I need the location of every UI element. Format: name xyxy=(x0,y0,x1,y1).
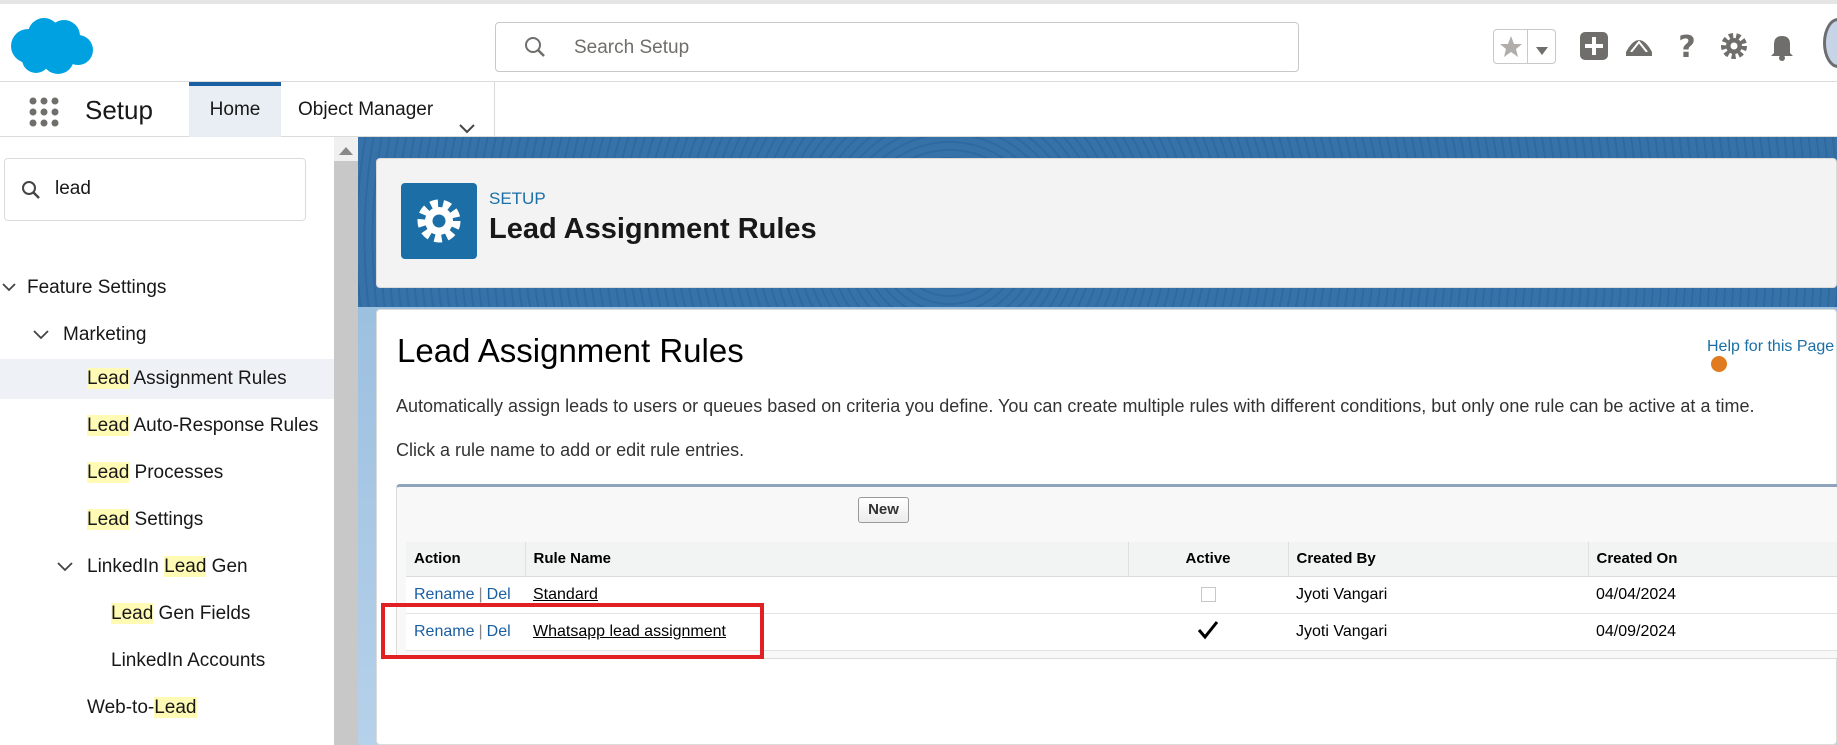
column-header-action: Action xyxy=(406,542,526,577)
search-setup-input[interactable]: Search Setup xyxy=(495,22,1299,72)
sidebar-item-marketing[interactable]: Marketing xyxy=(0,315,334,355)
caret-up-icon xyxy=(339,147,353,155)
del-link[interactable]: Del xyxy=(487,586,511,603)
help-link-label: Help for this Page xyxy=(1707,338,1835,355)
sidebar-item-lead-auto-response-rules[interactable]: Lead Auto-Response Rules xyxy=(0,406,334,446)
app-launcher-icon[interactable] xyxy=(28,96,60,128)
created-on: 04/09/2024 xyxy=(1588,613,1837,651)
sidebar-scrollbar[interactable] xyxy=(334,137,358,745)
sidebar-item-label: Web-to-Lead xyxy=(87,697,197,718)
description-text: Automatically assign leads to users or q… xyxy=(396,396,1755,416)
caret-down-icon[interactable] xyxy=(1534,43,1550,61)
column-header-created-by[interactable]: Created By xyxy=(1288,542,1589,577)
sidebar-item-label: LinkedIn Lead Gen xyxy=(87,556,248,577)
favorites-control[interactable] xyxy=(1493,29,1556,64)
sidebar-item-label: LinkedIn Accounts xyxy=(111,650,266,671)
sidebar-item-lead-assignment-rules[interactable]: Lead Assignment Rules xyxy=(0,359,334,399)
sidebar-item-lead-gen-fields[interactable]: Lead Gen Fields xyxy=(0,594,334,634)
quick-find-value: lead xyxy=(55,178,91,199)
sidebar-item-lead-settings[interactable]: Lead Settings xyxy=(0,500,334,540)
created-by: Jyoti Vangari xyxy=(1288,613,1588,651)
search-icon xyxy=(21,180,41,205)
sidebar-item-web-to-lead[interactable]: Web-to-Lead xyxy=(0,688,334,728)
tab-object-manager[interactable]: Object Manager xyxy=(281,82,495,137)
sidebar-item-label: Marketing xyxy=(63,324,147,345)
sidebar-item-label: Lead Assignment Rules xyxy=(87,368,287,389)
checkmark-icon xyxy=(1197,620,1219,643)
column-header-rule-name[interactable]: Rule Name xyxy=(525,542,1129,577)
instruction-text: Click a rule name to add or edit rule en… xyxy=(396,440,745,460)
setup-sidebar: lead Feature Settings Marketing Lead Ass… xyxy=(0,137,334,745)
sidebar-item-feature-settings[interactable]: Feature Settings xyxy=(0,268,334,308)
sidebar-item-lead-processes[interactable]: Lead Processes xyxy=(0,453,334,493)
sidebar-item-linkedin-accounts[interactable]: LinkedIn Accounts xyxy=(0,641,334,681)
salesforce-cloud-logo[interactable] xyxy=(6,14,94,76)
star-icon[interactable] xyxy=(1494,30,1528,63)
annotation-highlight-box xyxy=(381,603,764,659)
app-nav-bar: Setup Home Object Manager xyxy=(0,82,1837,137)
active-checkbox xyxy=(1200,586,1216,602)
action-separator: | xyxy=(478,585,483,603)
gear-icon xyxy=(401,183,477,259)
app-name: Setup xyxy=(85,95,153,125)
sidebar-item-label: Lead Settings xyxy=(87,509,204,530)
tab-home[interactable]: Home xyxy=(189,82,281,137)
svg-text:?: ? xyxy=(1678,30,1695,62)
bell-icon[interactable] xyxy=(1766,30,1798,62)
page-header: SETUP Lead Assignment Rules xyxy=(376,158,1837,288)
sidebar-item-label: Feature Settings xyxy=(27,277,167,298)
gear-icon[interactable] xyxy=(1718,30,1750,62)
plus-icon[interactable] xyxy=(1578,30,1610,62)
created-by: Jyoti Vangari xyxy=(1288,576,1588,614)
sidebar-item-linkedin-lead-gen[interactable]: LinkedIn Lead Gen xyxy=(0,547,334,587)
trailhead-icon[interactable] xyxy=(1623,30,1655,62)
page-title: Lead Assignment Rules xyxy=(489,213,817,245)
rename-link[interactable]: Rename xyxy=(414,586,474,603)
help-for-page-link[interactable]: Help for this Page xyxy=(1707,338,1836,374)
global-header: Search Setup ? xyxy=(0,0,1837,82)
column-header-created-on[interactable]: Created On xyxy=(1588,542,1837,577)
search-icon xyxy=(524,36,546,63)
section-title: Lead Assignment Rules xyxy=(397,332,744,369)
avatar[interactable] xyxy=(1823,18,1837,68)
sidebar-item-label: Lead Gen Fields xyxy=(111,603,251,624)
help-icon xyxy=(1711,356,1727,372)
tab-object-manager-label: Object Manager xyxy=(298,99,434,120)
sidebar-item-label: Lead Processes xyxy=(87,462,224,483)
scrollbar-up-button[interactable] xyxy=(334,137,358,161)
created-on: 04/04/2024 xyxy=(1588,576,1837,614)
column-header-active[interactable]: Active xyxy=(1128,542,1289,577)
search-placeholder: Search Setup xyxy=(574,37,690,58)
rule-name-link[interactable]: Standard xyxy=(533,586,598,603)
rules-panel: Lead Assignment Rules Help for this Page… xyxy=(376,309,1837,745)
help-icon[interactable]: ? xyxy=(1671,30,1703,65)
quick-find-input[interactable]: lead xyxy=(4,158,306,221)
sidebar-item-label: Lead Auto-Response Rules xyxy=(87,415,319,436)
new-rule-button[interactable]: New xyxy=(858,497,909,523)
page-eyebrow: SETUP xyxy=(489,189,546,208)
